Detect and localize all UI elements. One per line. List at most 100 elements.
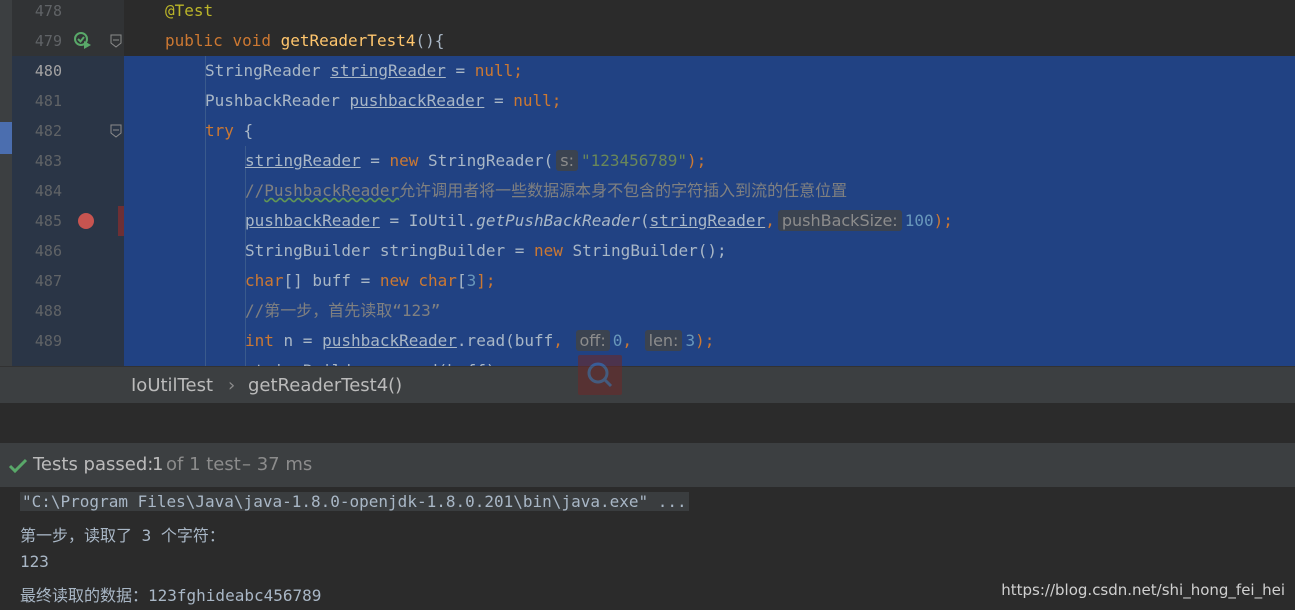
- code-token: pushbackReader: [245, 211, 380, 230]
- code-token: {: [233, 121, 254, 140]
- code-token: getReaderTest4: [280, 31, 416, 50]
- code-token: stringReader: [330, 61, 446, 80]
- code-text: //PushbackReader允许调用者将一些数据源本身不包含的字符插入到流的…: [245, 176, 847, 206]
- code-line[interactable]: 486 StringBuilder stringBuilder = new Str…: [0, 236, 1295, 266]
- code-token: ;: [513, 61, 523, 80]
- code-token: );: [695, 331, 715, 350]
- console-command: "C:\Program Files\Java\java-1.8.0-openjd…: [20, 492, 689, 511]
- code-token: n =: [283, 331, 323, 350]
- code-token: StringReader(: [428, 151, 554, 170]
- code-token: try: [205, 121, 234, 140]
- code-line[interactable]: 481 PushbackReader pushbackReader = null;: [0, 86, 1295, 116]
- code-token: ;: [551, 91, 562, 110]
- code-token: = IoUtil.: [379, 211, 477, 230]
- line-number: 485: [34, 212, 62, 230]
- breadcrumb-class[interactable]: IoUtilTest: [131, 375, 213, 396]
- code-token: PushbackReader: [205, 91, 350, 110]
- code-text: int n = pushbackReader.read(buff, off: 0,…: [245, 326, 714, 356]
- code-token: StringReader: [205, 61, 331, 80]
- line-number: 482: [34, 122, 62, 140]
- code-token: ];: [476, 271, 496, 290]
- console-line: 最终读取的数据：123fghideabc456789: [20, 586, 322, 605]
- code-text: StringBuilder stringBuilder = new String…: [245, 236, 727, 266]
- code-line[interactable]: stringBuilder.append(buff);: [0, 356, 1295, 366]
- check-icon: [8, 458, 28, 474]
- console-command-text: "C:\Program Files\Java\java-1.8.0-openjd…: [20, 492, 689, 511]
- code-line[interactable]: 487 char[] buff = new char[3];: [0, 266, 1295, 296]
- code-line[interactable]: 489 int n = pushbackReader.read(buff, off…: [0, 326, 1295, 356]
- code-text: StringReader stringReader = null;: [205, 56, 523, 86]
- code-line[interactable]: 478 @Test: [0, 0, 1295, 26]
- run-status-bar: Tests passed: 1 of 1 test – 37 ms: [0, 443, 1295, 487]
- line-number: 478: [34, 2, 62, 20]
- code-text: stringReader = new StringReader(s: "12345…: [245, 146, 706, 176]
- breadcrumb-separator: ›: [228, 375, 236, 396]
- code-token: stringReader: [245, 151, 361, 170]
- code-token: new: [533, 241, 573, 260]
- tests-total: of 1 test: [166, 454, 241, 475]
- console-line: 第一步，读取了 3 个字符：: [20, 526, 225, 545]
- code-token: StringBuilder stringBuilder =: [245, 241, 534, 260]
- code-editor[interactable]: 478 @Test 479 public void getReaderTest4(){…: [0, 0, 1295, 366]
- code-token: char: [245, 271, 284, 290]
- code-token: getPushBackReader: [476, 211, 640, 230]
- code-text: PushbackReader pushbackReader = null;: [205, 86, 561, 116]
- code-token: null: [513, 91, 552, 110]
- code-line[interactable]: 488 //第一步，首先读取“123”: [0, 296, 1295, 326]
- line-number: 486: [34, 242, 62, 260]
- code-token: 3: [685, 331, 696, 350]
- tests-status-label: Tests passed:: [33, 454, 154, 475]
- code-token: [] buff =: [283, 271, 380, 290]
- code-token: char: [418, 271, 457, 290]
- parameter-hint: s:: [556, 150, 578, 171]
- code-text: stringBuilder.append(buff);: [245, 356, 505, 366]
- line-number: 488: [34, 302, 62, 320]
- code-token: );: [686, 151, 707, 170]
- code-token: StringBuilder();: [572, 241, 727, 260]
- code-text: @Test: [165, 0, 213, 26]
- code-line[interactable]: 485 pushbackReader = IoUtil.getPushBackRe…: [0, 206, 1295, 236]
- code-line[interactable]: 479 public void getReaderTest4(){: [0, 26, 1295, 56]
- code-token: 100: [904, 211, 934, 230]
- code-token: pushbackReader: [322, 331, 457, 350]
- code-token: =: [360, 151, 390, 170]
- line-number: 484: [34, 182, 62, 200]
- breadcrumb-method[interactable]: getReaderTest4(): [248, 375, 402, 396]
- code-token: ,: [622, 331, 642, 350]
- code-token: //第一步，首先读取“123”: [245, 301, 441, 320]
- code-token: pushbackReader: [349, 91, 485, 110]
- code-line[interactable]: 482 try {: [0, 116, 1295, 146]
- line-number: 479: [34, 32, 62, 50]
- tests-duration: – 37 ms: [242, 454, 313, 475]
- code-token: new: [389, 151, 429, 170]
- code-token: 允许调用者将一些数据源本身不包含的字符插入到流的任意位置: [399, 181, 848, 200]
- code-token: @Test: [165, 1, 214, 20]
- line-number: 487: [34, 272, 62, 290]
- code-token: [: [456, 271, 467, 290]
- search-icon: [587, 362, 613, 388]
- code-token: ,: [553, 331, 573, 350]
- line-number: 483: [34, 152, 62, 170]
- parameter-hint: off:: [575, 330, 610, 351]
- search-button[interactable]: [578, 355, 622, 395]
- code-token: (){: [415, 31, 445, 50]
- watermark: https://blog.csdn.net/shi_hong_fei_hei: [1001, 581, 1285, 599]
- tests-passed-count: 1: [152, 454, 164, 475]
- code-token: ,: [765, 211, 775, 230]
- code-token: 3: [466, 271, 477, 290]
- code-line[interactable]: 484 //PushbackReader允许调用者将一些数据源本身不包含的字符插入…: [0, 176, 1295, 206]
- code-text: //第一步，首先读取“123”: [245, 296, 440, 326]
- code-token: =: [445, 61, 475, 80]
- code-line[interactable]: 480 StringReader stringReader = null;: [0, 56, 1295, 86]
- code-token: void: [232, 31, 281, 50]
- code-token: stringReader: [649, 211, 766, 230]
- code-line[interactable]: 483 stringReader = new StringReader(s: "12…: [0, 146, 1295, 176]
- code-token: //: [245, 181, 265, 200]
- code-token: 0: [612, 331, 623, 350]
- code-token: public: [165, 31, 233, 50]
- panel-divider: [0, 403, 1295, 443]
- console-line: 123: [20, 552, 49, 571]
- code-text: try {: [205, 116, 253, 146]
- code-text: pushbackReader = IoUtil.getPushBackReade…: [245, 206, 953, 236]
- code-text: public void getReaderTest4(){: [165, 26, 444, 56]
